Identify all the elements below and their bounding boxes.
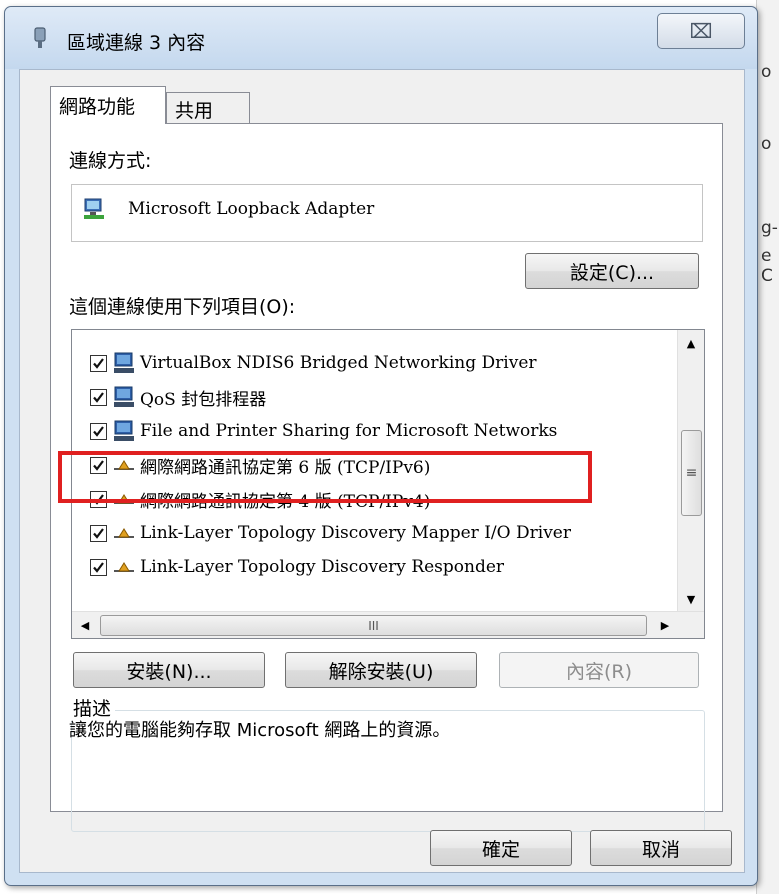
close-button[interactable]: ⌧: [657, 13, 745, 49]
install-button[interactable]: 安裝(N)...: [73, 652, 265, 688]
background-window: o o g- e C: [756, 0, 779, 894]
description-text: 讓您的電腦能夠存取 Microsoft 網路上的資源。: [69, 720, 451, 741]
background-text: o: [761, 134, 772, 154]
background-text: g-: [761, 218, 778, 238]
uninstall-button[interactable]: 解除安裝(U): [285, 652, 477, 688]
adapter-field: Microsoft Loopback Adapter: [71, 184, 703, 242]
tab-label: 網路功能: [59, 96, 136, 118]
network-client-icon: [114, 352, 134, 373]
background-text: e C: [761, 246, 773, 286]
item-label: File and Printer Sharing for Microsoft N…: [140, 421, 558, 441]
background-text: o: [761, 62, 772, 82]
network-client-icon: [114, 386, 134, 407]
cancel-button[interactable]: 取消: [590, 830, 732, 866]
window-title: 區域連線 3 內容: [67, 32, 206, 54]
items-list-label: 這個連線使用下列項目(O):: [69, 296, 296, 318]
properties-dialog: 區域連線 3 內容 ⌧ 網路功能 共用 連線方式: Microsoft Loop…: [4, 6, 758, 886]
tab-sharing[interactable]: 共用: [166, 92, 250, 126]
list-item[interactable]: File and Printer Sharing for Microsoft N…: [72, 414, 672, 448]
horizontal-scroll-thumb[interactable]: III: [100, 615, 647, 636]
network-adapter-icon: [84, 198, 104, 219]
item-label: Link-Layer Topology Discovery Mapper I/O…: [140, 523, 571, 543]
item-checkbox[interactable]: [90, 558, 107, 576]
properties-button: 內容(R): [499, 652, 699, 688]
item-label: VirtualBox NDIS6 Bridged Networking Driv…: [140, 353, 537, 373]
item-checkbox[interactable]: [90, 354, 107, 372]
protocol-icon: [114, 562, 134, 572]
highlight-annotation: [58, 451, 592, 503]
list-item[interactable]: VirtualBox NDIS6 Bridged Networking Driv…: [72, 346, 672, 380]
scroll-right-arrow-icon[interactable]: ▶: [652, 612, 678, 638]
vertical-scroll-thumb[interactable]: ≡: [681, 430, 702, 516]
list-item[interactable]: Link-Layer Topology Discovery Mapper I/O…: [72, 516, 672, 550]
tab-networking[interactable]: 網路功能: [50, 86, 166, 124]
horizontal-scrollbar[interactable]: ◀ III ▶: [72, 611, 704, 638]
item-checkbox[interactable]: [90, 524, 107, 542]
adapter-name: Microsoft Loopback Adapter: [128, 199, 375, 219]
title-bar[interactable]: 區域連線 3 內容 ⌧: [5, 7, 757, 69]
list-item[interactable]: Link-Layer Topology Discovery Responder: [72, 550, 672, 584]
item-label: QoS 封包排程器: [140, 389, 267, 410]
ok-button[interactable]: 確定: [430, 830, 572, 866]
connect-using-label: 連線方式:: [69, 150, 152, 172]
list-item[interactable]: QoS 封包排程器: [72, 380, 672, 414]
protocol-icon: [114, 528, 134, 538]
scroll-down-arrow-icon[interactable]: ▼: [678, 586, 704, 612]
scroll-up-arrow-icon[interactable]: ▲: [678, 330, 704, 356]
item-label: Link-Layer Topology Discovery Responder: [140, 557, 505, 577]
item-checkbox[interactable]: [90, 388, 107, 406]
vertical-scrollbar[interactable]: ▲ ≡ ▼: [677, 330, 704, 612]
item-checkbox[interactable]: [90, 422, 107, 440]
tab-label: 共用: [175, 100, 214, 122]
configure-button[interactable]: 設定(C)...: [525, 253, 699, 289]
scroll-left-arrow-icon[interactable]: ◀: [72, 612, 98, 638]
close-icon: ⌧: [689, 19, 713, 43]
network-connection-icon: [34, 27, 46, 48]
network-client-icon: [114, 420, 134, 441]
